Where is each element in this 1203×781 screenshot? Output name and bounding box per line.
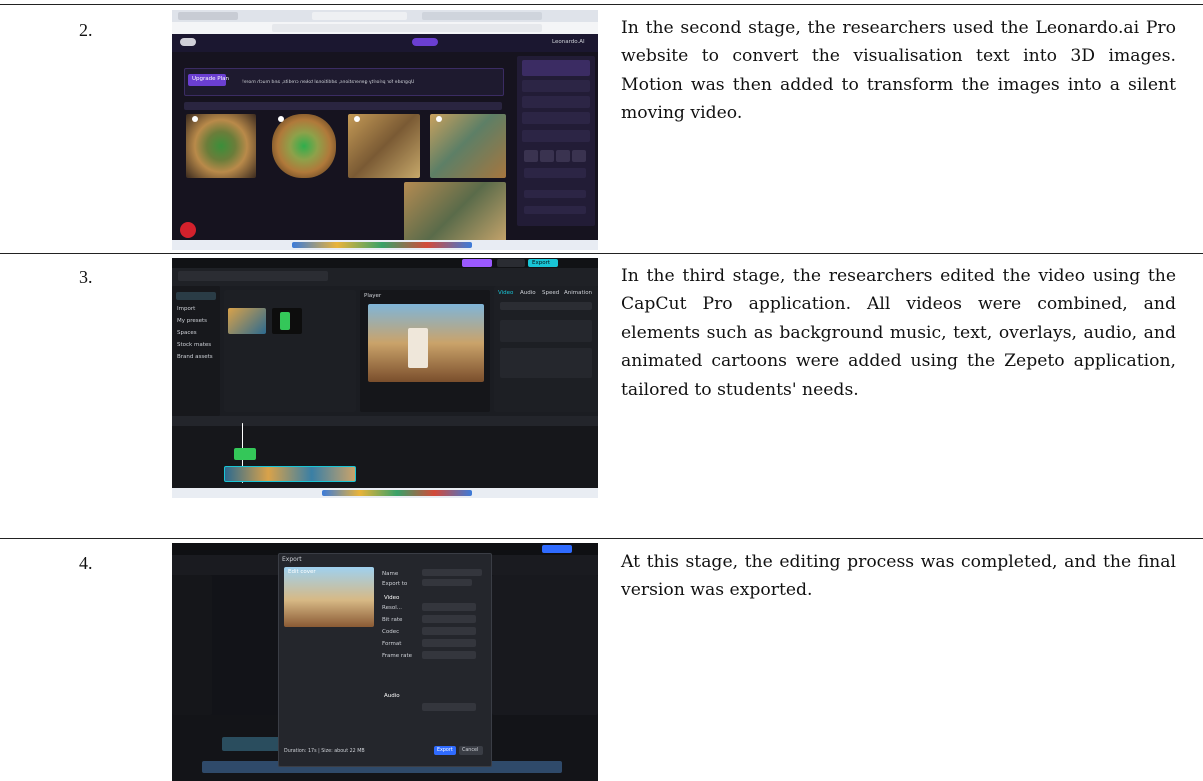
row-description: In the second stage, the researchers use… [621, 18, 1176, 124]
capcut-screenshot: Export Import My presets Spaces Stock ma… [172, 258, 598, 498]
row-description: At this stage, the editing process was c… [621, 552, 1176, 601]
table-rule-top [0, 4, 1203, 5]
edit-cover-label: Edit cover [288, 569, 316, 575]
export-button: Export [437, 748, 453, 753]
side-item: Import [177, 306, 196, 312]
field-label: Format [382, 641, 402, 647]
side-item: Brand assets [177, 354, 213, 360]
app-label: Leonardo.AI [552, 39, 585, 45]
side-item: My presets [177, 318, 208, 324]
side-item: Stock mates [177, 342, 212, 348]
tab-audio: Audio [520, 290, 536, 296]
table-rule-2 [0, 253, 1203, 254]
row-description: In the third stage, the researchers edit… [621, 266, 1176, 400]
export-screenshot: Export Edit cover Name Export to Video R… [172, 543, 598, 781]
row-number: 2. [79, 20, 93, 40]
row-number: 4. [79, 553, 93, 573]
upgrade-button-label: Upgrade Plan [192, 76, 229, 82]
upgrade-prompt-text: Upgrade for priority generations, additi… [242, 80, 415, 85]
field-label: Frame rate [382, 653, 413, 659]
field-label: Bit rate [382, 617, 403, 623]
field-label: Codec [382, 629, 400, 635]
field-label: Resol... [382, 605, 402, 611]
field-label: Name [382, 571, 399, 577]
field-label: Export to [382, 581, 408, 587]
leonardo-screenshot: Leonardo.AI Upgrade Plan Upgrade for pri… [172, 10, 598, 250]
table-rule-3 [0, 538, 1203, 539]
export-label: Export [532, 260, 551, 266]
cancel-button: Cancel [462, 748, 479, 753]
duration-text: Duration: 17s | Size: about 22 MB [284, 749, 365, 754]
tab-animation: Animation [564, 290, 593, 296]
tab-speed: Speed [542, 290, 560, 296]
side-item: Spaces [177, 330, 197, 336]
video-section-label: Video [384, 595, 400, 601]
audio-section-label: Audio [384, 693, 400, 699]
row-number: 3. [79, 267, 93, 287]
tab-video: Video [498, 290, 514, 296]
dialog-title: Export [282, 556, 302, 563]
player-label: Player [364, 293, 382, 299]
